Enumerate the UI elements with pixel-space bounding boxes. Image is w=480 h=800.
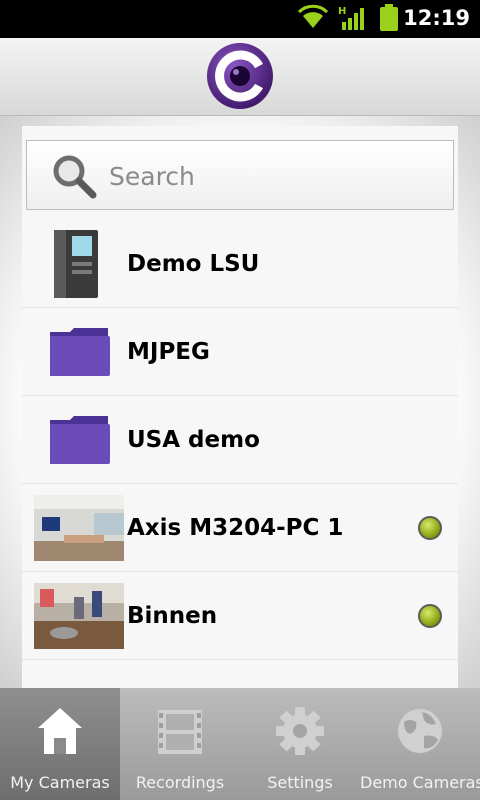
list-item-label: USA demo (127, 427, 260, 453)
camera-list: Demo LSU MJPEG USA demo Axis M3204-PC 1 … (22, 220, 458, 660)
status-time: 12:19 (403, 6, 470, 30)
search-bar[interactable] (26, 140, 454, 210)
globe-icon (398, 709, 442, 753)
online-status-indicator (418, 604, 442, 628)
network-type-label: H (338, 6, 346, 17)
home-icon (38, 708, 82, 754)
film-icon (158, 710, 202, 754)
tab-demo-cameras[interactable]: Demo Cameras (360, 688, 480, 800)
tab-label: My Cameras (10, 773, 110, 792)
list-item-label: Binnen (127, 603, 218, 629)
server-icon (54, 230, 98, 298)
list-item-label: MJPEG (127, 339, 210, 365)
gear-icon (276, 707, 324, 755)
tab-settings[interactable]: Settings (240, 688, 360, 800)
search-input[interactable] (109, 156, 439, 196)
list-item[interactable]: Axis M3204-PC 1 (22, 484, 458, 572)
list-item[interactable]: Binnen (22, 572, 458, 660)
online-status-indicator (418, 516, 442, 540)
tab-my-cameras[interactable]: My Cameras (0, 688, 120, 800)
status-bar: H 12:19 (0, 0, 480, 38)
tab-label: Demo Cameras (360, 773, 480, 792)
search-icon (53, 155, 97, 199)
tab-label: Recordings (135, 773, 225, 792)
list-item[interactable]: USA demo (22, 396, 458, 484)
bottom-tab-bar: My Cameras Recordings Settings Demo Came… (0, 688, 480, 800)
main-content: Demo LSU MJPEG USA demo (0, 116, 480, 688)
camera-panel: Demo LSU MJPEG USA demo (22, 126, 458, 688)
list-item[interactable]: MJPEG (22, 308, 458, 396)
list-item-label: Demo LSU (127, 251, 260, 277)
signal-icon: H (338, 6, 364, 30)
battery-icon (380, 4, 398, 31)
list-item[interactable]: Demo LSU (22, 220, 458, 308)
app-header (0, 38, 480, 116)
tab-label: Settings (267, 773, 333, 792)
camera-thumbnail (34, 583, 124, 649)
wifi-icon (298, 4, 328, 28)
folder-icon (50, 416, 110, 464)
camera-thumbnail (34, 495, 124, 561)
list-item-label: Axis M3204-PC 1 (127, 515, 344, 541)
folder-icon (50, 328, 110, 376)
camera-app-logo[interactable] (206, 42, 274, 110)
tab-recordings[interactable]: Recordings (120, 688, 240, 800)
